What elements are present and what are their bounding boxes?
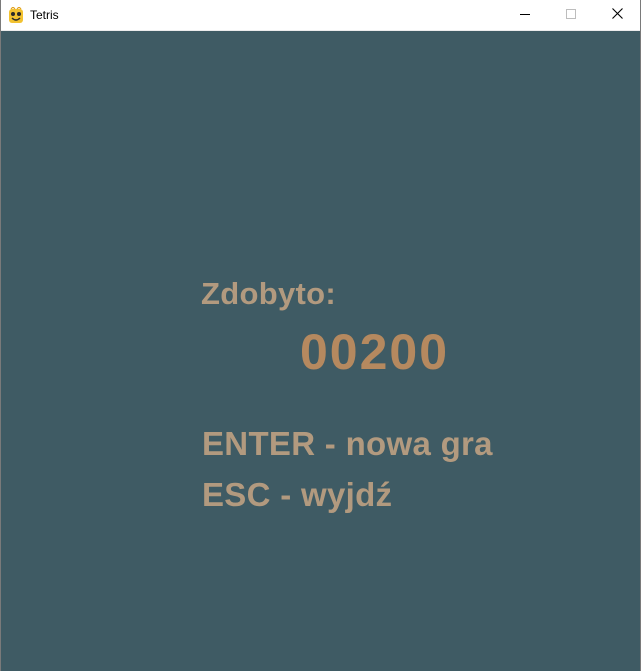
score-value: 00200 xyxy=(300,324,450,380)
pygame-snake-icon xyxy=(8,6,25,24)
minimize-icon xyxy=(520,6,530,24)
maximize-button[interactable] xyxy=(548,0,594,30)
exit-option: ESC - wyjdź xyxy=(202,476,393,513)
title-bar[interactable]: Tetris xyxy=(1,0,640,31)
close-icon xyxy=(611,6,623,24)
maximize-icon xyxy=(566,6,576,24)
app-window: Tetris Zdobyto: 00200 ENTER - nowa gra E… xyxy=(0,0,641,671)
score-label: Zdobyto: xyxy=(201,276,336,311)
minimize-button[interactable] xyxy=(502,0,548,30)
new-game-option: ENTER - nowa gra xyxy=(202,425,493,462)
window-title: Tetris xyxy=(30,8,59,22)
game-canvas[interactable]: Zdobyto: 00200 ENTER - nowa gra ESC - wy… xyxy=(1,31,640,671)
close-button[interactable] xyxy=(594,0,640,30)
